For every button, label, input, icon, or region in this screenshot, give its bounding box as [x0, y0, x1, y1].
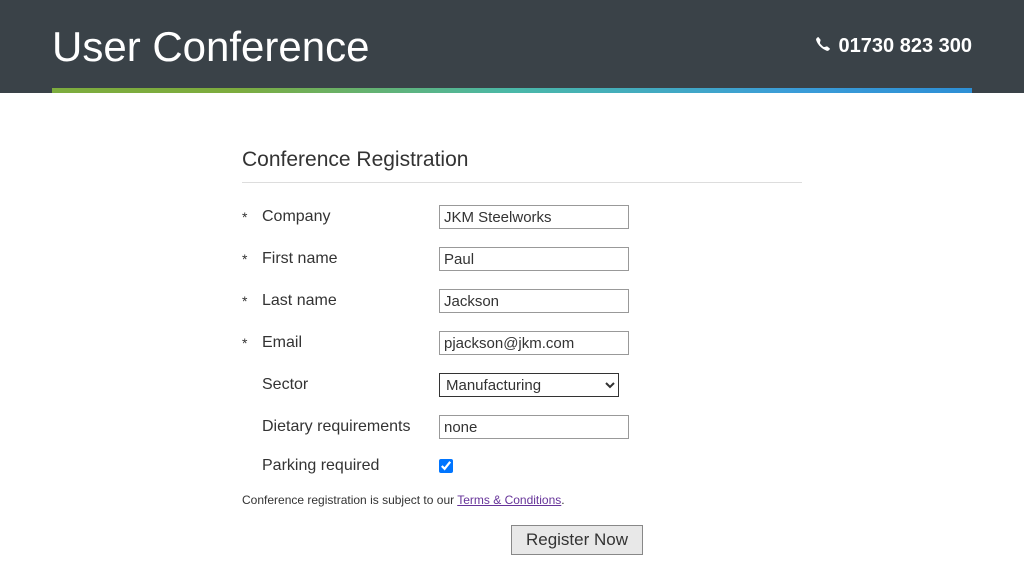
terms-link[interactable]: Terms & Conditions [457, 493, 561, 507]
required-marker: * [242, 209, 254, 225]
parking-label: Parking required [254, 457, 439, 475]
phone-icon [815, 35, 831, 58]
terms-text: Conference registration is subject to ou… [242, 493, 802, 507]
dietary-input[interactable] [439, 415, 629, 439]
header-phone: 01730 823 300 [815, 35, 972, 58]
parking-row: Parking required [242, 457, 802, 475]
dietary-label: Dietary requirements [254, 418, 439, 436]
gradient-divider [52, 88, 972, 93]
company-row: * Company [242, 205, 802, 229]
required-marker: * [242, 251, 254, 267]
required-marker: * [242, 293, 254, 309]
email-label: Email [254, 334, 439, 352]
first-name-input[interactable] [439, 247, 629, 271]
dietary-row: Dietary requirements [242, 415, 802, 439]
terms-prefix: Conference registration is subject to ou… [242, 493, 457, 507]
form-title: Conference Registration [242, 148, 802, 183]
company-label: Company [254, 208, 439, 226]
form-container: Conference Registration * Company * Firs… [222, 93, 802, 555]
register-button[interactable]: Register Now [511, 525, 643, 555]
parking-checkbox[interactable] [439, 459, 453, 473]
last-name-row: * Last name [242, 289, 802, 313]
sector-select[interactable]: Manufacturing [439, 373, 619, 397]
first-name-row: * First name [242, 247, 802, 271]
required-marker: * [242, 335, 254, 351]
terms-suffix: . [561, 493, 564, 507]
submit-row: Register Now [242, 525, 802, 555]
page-title: User Conference [52, 23, 369, 71]
first-name-label: First name [254, 250, 439, 268]
last-name-label: Last name [254, 292, 439, 310]
sector-label: Sector [254, 376, 439, 394]
company-input[interactable] [439, 205, 629, 229]
phone-number: 01730 823 300 [839, 35, 972, 58]
email-input[interactable] [439, 331, 629, 355]
email-row: * Email [242, 331, 802, 355]
header-banner: User Conference 01730 823 300 [0, 0, 1024, 93]
last-name-input[interactable] [439, 289, 629, 313]
sector-row: Sector Manufacturing [242, 373, 802, 397]
